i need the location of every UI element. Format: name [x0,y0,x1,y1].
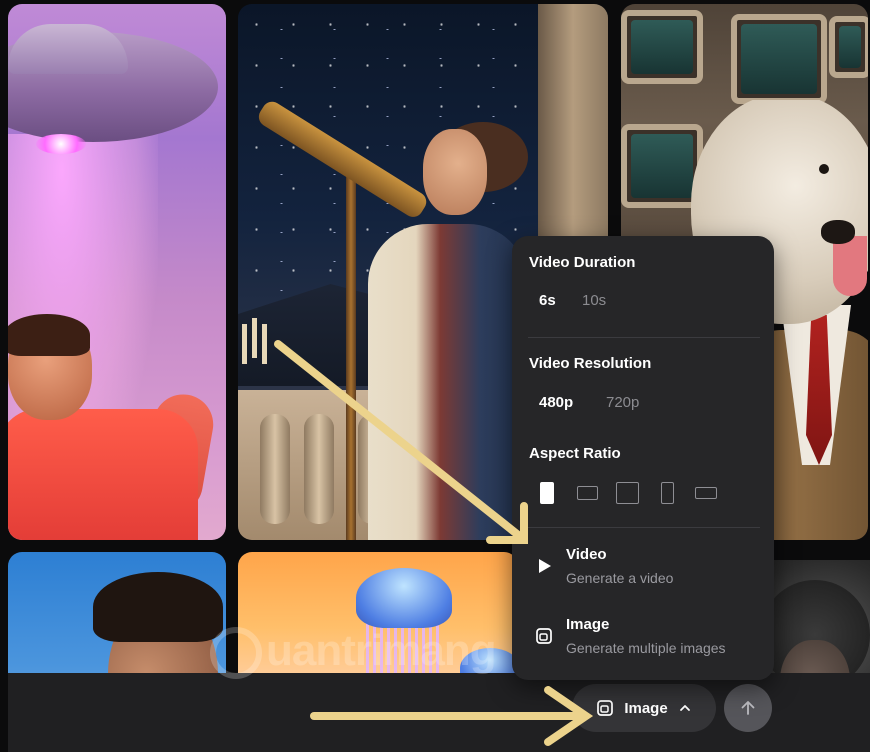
generation-settings-popover: Video Duration 6s 10s Video Resolution 4… [512,236,774,680]
crt-monitor [731,14,827,104]
resolution-option-720p[interactable]: 720p [606,394,639,411]
dog-eye [819,164,829,174]
jellyfish-bell [356,568,452,628]
mode-option-image[interactable]: Image Generate multiple images [520,612,766,668]
watermark-logo-icon [210,627,262,680]
child-body [8,409,198,540]
mode-option-subtitle: Generate a video [566,570,674,586]
telescope-stand [346,154,356,540]
aspect-ratio-1-1-option[interactable] [616,482,639,504]
submit-button[interactable] [724,684,772,732]
duration-option-10s[interactable]: 10s [582,292,606,309]
candle [242,324,247,364]
dog-nose [821,220,855,244]
video-duration-title: Video Duration [529,254,636,271]
baluster [304,414,334,524]
aspect-ratio-9-16-option[interactable] [540,482,554,504]
woman-robe [368,224,528,540]
crt-monitor [829,16,868,78]
mode-select-button[interactable]: Image [572,684,716,732]
mode-select-label: Image [624,699,668,717]
divider [528,527,760,528]
woman-head [423,129,487,215]
aspect-ratio-16-9-option[interactable] [695,487,717,499]
mode-option-title: Image [566,616,610,633]
aspect-ratio-3-2-option[interactable] [577,486,598,500]
image-mode-icon [536,628,552,644]
mode-option-video[interactable]: Video Generate a video [520,542,766,598]
crt-monitor [621,10,703,84]
child-hair [8,314,90,356]
candle [252,318,257,358]
video-resolution-title: Video Resolution [529,355,652,372]
resolution-option-480p[interactable]: 480p [539,394,573,411]
play-icon [539,559,551,573]
dog-tongue [833,236,867,296]
aspect-ratio-2-3-option[interactable] [661,482,674,504]
man-hair [93,572,223,642]
watermark: uantrimang [210,626,510,686]
divider [528,337,760,338]
arrow-up-icon [741,701,755,715]
baluster [260,414,290,524]
gallery-tile-ufo-child[interactable] [8,4,226,540]
ufo-light [36,134,86,154]
mode-option-title: Video [566,546,607,563]
candle [262,324,267,364]
ufo-dome [8,24,128,74]
image-mode-icon [597,700,614,716]
aspect-ratio-title: Aspect Ratio [529,445,621,462]
duration-option-6s[interactable]: 6s [539,292,556,309]
mode-option-subtitle: Generate multiple images [566,640,726,656]
chevron-up-icon [679,705,690,711]
